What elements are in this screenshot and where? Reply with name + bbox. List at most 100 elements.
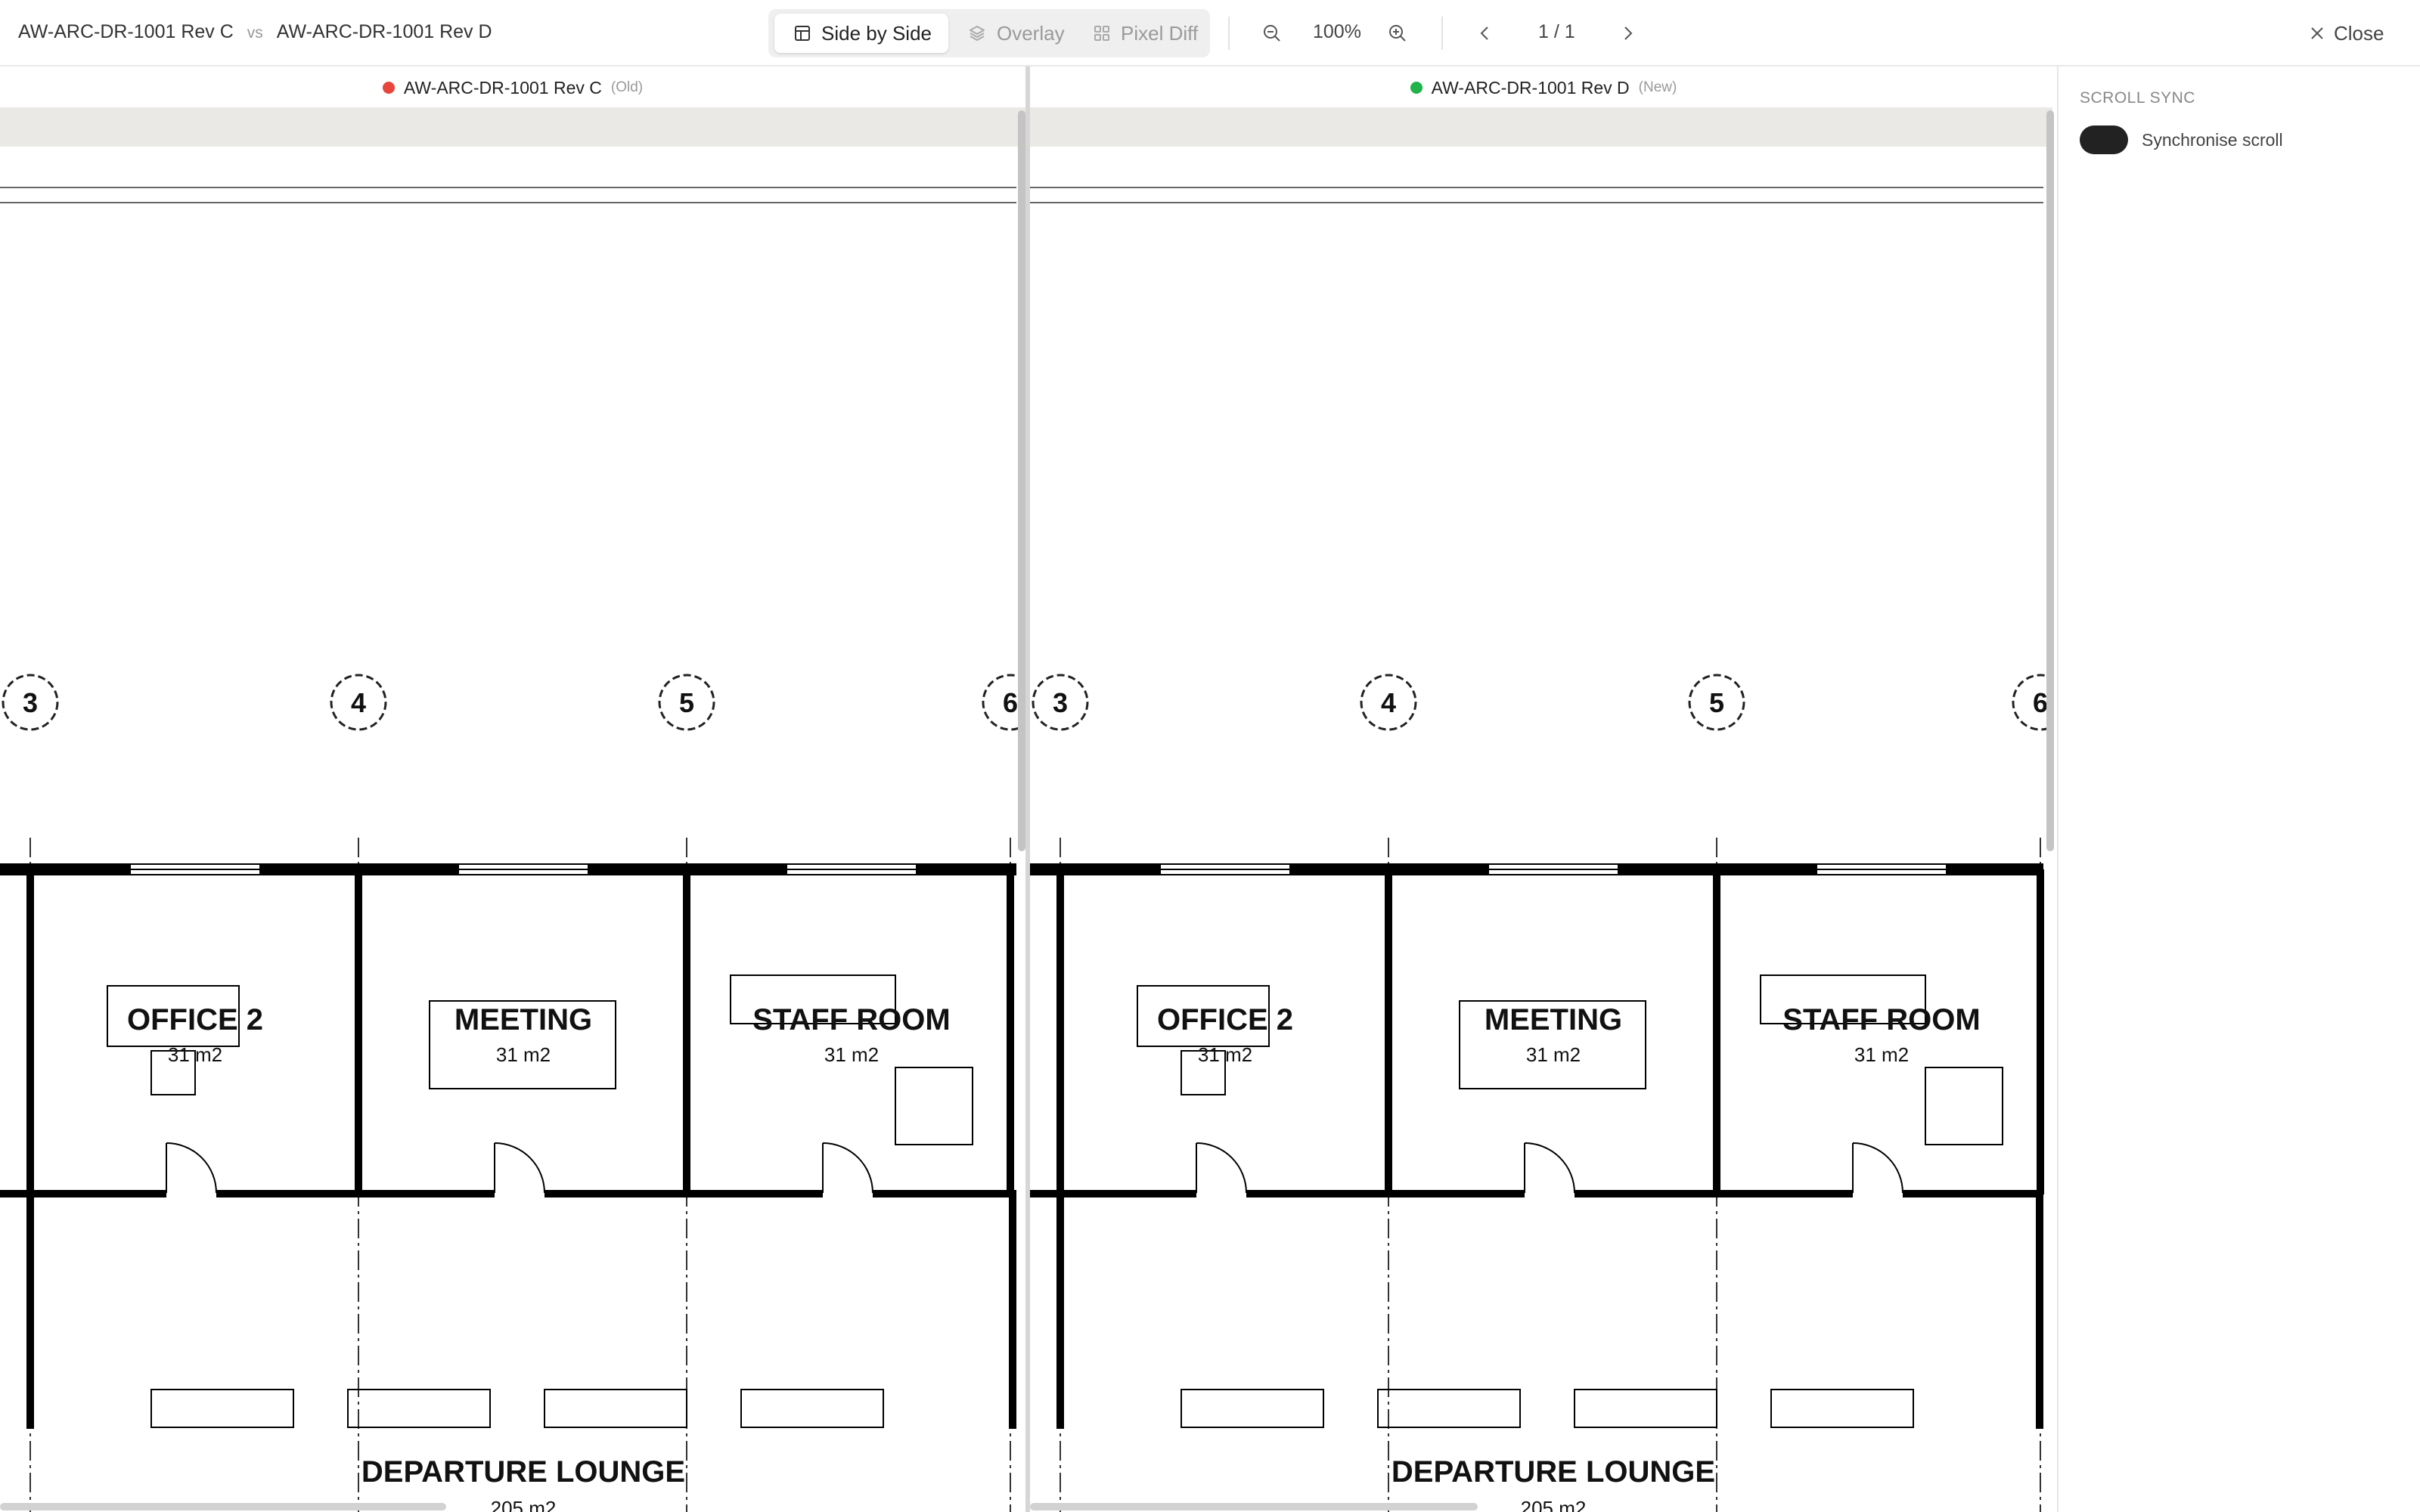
door-swing bbox=[1852, 1142, 1903, 1194]
partition-wall bbox=[26, 869, 34, 1194]
new-floor-plan: 3 4 5 6 OFFICE 2 31 m2 MEETING 31 m2 STAFF ROOM 3… bbox=[1030, 107, 2052, 1512]
layers-icon bbox=[970, 26, 985, 41]
lounge-area: 205 m2 bbox=[1521, 1497, 1587, 1512]
door-swing bbox=[494, 1142, 545, 1194]
room-area: 31 m2 bbox=[1854, 1043, 1909, 1066]
zoom-in-button[interactable] bbox=[1384, 20, 1411, 47]
zoom-in-icon bbox=[1389, 25, 1406, 42]
room-name: OFFICE 2 bbox=[1157, 1003, 1293, 1036]
room-area: 31 m2 bbox=[168, 1043, 222, 1066]
grid-icon bbox=[1094, 26, 1109, 41]
grid-label: 3 bbox=[23, 687, 38, 718]
partition-wall bbox=[1007, 869, 1014, 1194]
room-area: 31 m2 bbox=[1198, 1043, 1252, 1066]
compared-documents: AW-ARC-DR-1001 Rev C vs AW-ARC-DR-1001 Rev… bbox=[18, 21, 492, 43]
room-name: MEETING bbox=[1485, 1003, 1622, 1036]
new-vertical-scrollbar[interactable] bbox=[2046, 110, 2054, 851]
lounge-wall bbox=[1056, 1194, 1064, 1429]
new-horizontal-scrollbar[interactable] bbox=[1030, 1503, 1478, 1510]
page-indicator: 1 / 1 bbox=[1538, 21, 1575, 42]
old-vertical-scrollbar[interactable] bbox=[1018, 110, 1025, 851]
sheet-band bbox=[0, 107, 1025, 147]
grid-label: 4 bbox=[351, 687, 366, 718]
old-drawing-viewport[interactable]: 3 4 5 6 OFFICE 2 31 m2 MEETING 31 m2 STAFF ROOM 3… bbox=[0, 107, 1025, 1512]
lounge-bench bbox=[544, 1389, 687, 1428]
vs-label: vs bbox=[247, 24, 263, 42]
zoom-level: 100% bbox=[1313, 21, 1361, 42]
grid-label: 6 bbox=[2033, 687, 2048, 718]
lounge-bench bbox=[1574, 1389, 1717, 1428]
grid-label: 5 bbox=[679, 687, 694, 718]
old-pane-header: AW-ARC-DR-1001 Rev C (Old) bbox=[0, 68, 1025, 107]
door-swing bbox=[1196, 1142, 1247, 1194]
lounge-bench bbox=[347, 1389, 491, 1428]
door-opening bbox=[1525, 1188, 1575, 1199]
new-pane-title: AW-ARC-DR-1001 Rev D bbox=[1431, 77, 1630, 98]
scroll-sync-title: SCROLL SYNC bbox=[2080, 89, 2195, 107]
view-mode-selector: Side by Side Overlay Pixel Diff bbox=[768, 9, 1210, 57]
door-swing bbox=[822, 1142, 873, 1194]
new-pane-tag: (New) bbox=[1638, 79, 1677, 95]
old-horizontal-scrollbar[interactable] bbox=[0, 1503, 446, 1510]
lounge-bench bbox=[150, 1389, 294, 1428]
room-area: 31 m2 bbox=[496, 1043, 551, 1066]
chevron-right-icon bbox=[1624, 26, 1633, 40]
lounge-bench bbox=[1181, 1389, 1324, 1428]
synchronise-scroll-label: Synchronise scroll bbox=[2142, 130, 2283, 150]
door-opening bbox=[166, 1188, 216, 1199]
door-opening bbox=[1196, 1188, 1246, 1199]
previous-page-button[interactable] bbox=[1472, 20, 1499, 47]
staff-table bbox=[1925, 1067, 2003, 1145]
pixel-diff-label: Pixel Diff bbox=[1121, 21, 1199, 45]
zoom-out-icon bbox=[1264, 25, 1280, 42]
side-by-side-button[interactable]: Side by Side bbox=[774, 14, 948, 53]
door-opening bbox=[495, 1188, 544, 1199]
lounge-area: 205 m2 bbox=[491, 1497, 557, 1512]
partition-wall bbox=[2037, 869, 2044, 1194]
close-button[interactable]: Close bbox=[2310, 18, 2384, 48]
old-document-name: AW-ARC-DR-1001 Rev C bbox=[18, 21, 234, 42]
toolbar: AW-ARC-DR-1001 Rev C vs AW-ARC-DR-1001 Rev… bbox=[0, 0, 2420, 67]
grid-label: 5 bbox=[1709, 687, 1724, 718]
partition-wall bbox=[1056, 869, 1064, 1194]
new-drawing-viewport[interactable]: 3 4 5 6 OFFICE 2 31 m2 MEETING 31 m2 STAFF ROOM 3… bbox=[1030, 107, 2052, 1512]
grid-label: 4 bbox=[1381, 687, 1396, 718]
zoom-out-button[interactable] bbox=[1258, 20, 1286, 47]
lounge-wall bbox=[2036, 1194, 2043, 1429]
room-name: OFFICE 2 bbox=[127, 1003, 263, 1036]
lounge-name: DEPARTURE LOUNGE bbox=[1392, 1455, 1715, 1489]
partition-wall bbox=[1385, 869, 1392, 1194]
side-panel: SCROLL SYNC Synchronise scroll bbox=[2057, 67, 2420, 1512]
lounge-name: DEPARTURE LOUNGE bbox=[361, 1455, 685, 1489]
staff-table bbox=[895, 1067, 973, 1145]
old-status-dot bbox=[382, 82, 395, 94]
side-by-side-label: Side by Side bbox=[821, 21, 932, 45]
room-area: 31 m2 bbox=[1526, 1043, 1581, 1066]
toolbar-divider bbox=[1441, 17, 1443, 50]
old-pane-tag: (Old) bbox=[610, 79, 644, 95]
synchronise-scroll-toggle[interactable] bbox=[2080, 125, 2128, 154]
old-pane-title: AW-ARC-DR-1001 Rev C bbox=[403, 77, 602, 98]
room-name: STAFF ROOM bbox=[752, 1003, 950, 1036]
lounge-bench bbox=[1377, 1389, 1521, 1428]
overlay-button[interactable]: Overlay bbox=[954, 14, 1075, 53]
grid-label: 3 bbox=[1053, 687, 1068, 718]
new-document-name: AW-ARC-DR-1001 Rev D bbox=[276, 21, 492, 42]
lounge-wall bbox=[1009, 1194, 1016, 1429]
partition-wall bbox=[683, 869, 690, 1194]
next-page-button[interactable] bbox=[1614, 20, 1641, 47]
door-swing bbox=[1524, 1142, 1575, 1194]
overlay-label: Overlay bbox=[997, 21, 1065, 45]
partition-wall bbox=[1713, 869, 1720, 1194]
partition-wall bbox=[355, 869, 362, 1194]
sheet-band bbox=[1030, 107, 2052, 147]
door-swing bbox=[166, 1142, 217, 1194]
room-name: MEETING bbox=[455, 1003, 592, 1036]
toolbar-divider bbox=[1228, 17, 1230, 50]
close-icon bbox=[2311, 27, 2323, 39]
lounge-bench bbox=[740, 1389, 884, 1428]
lounge-wall bbox=[26, 1194, 34, 1429]
new-pane-header: AW-ARC-DR-1001 Rev D (New) bbox=[1030, 68, 2057, 107]
pixel-diff-button[interactable]: Pixel Diff bbox=[1080, 14, 1205, 53]
new-status-dot bbox=[1410, 82, 1423, 94]
